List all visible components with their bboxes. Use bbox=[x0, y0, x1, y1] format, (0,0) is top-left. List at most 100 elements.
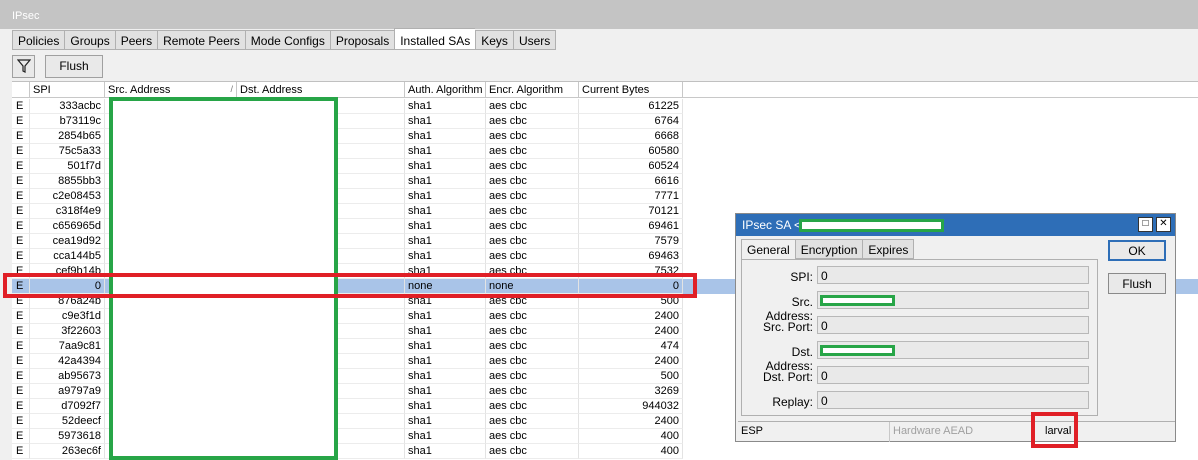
dst-port-field[interactable]: 0 bbox=[817, 366, 1089, 384]
src-address-field[interactable] bbox=[817, 291, 1089, 309]
cell-flag: E bbox=[12, 414, 30, 429]
status-hardware-aead: Hardware AEAD bbox=[890, 422, 1032, 442]
cell-current-bytes: 2400 bbox=[579, 324, 683, 339]
cell-spi: 7aa9c81 bbox=[30, 339, 105, 354]
cell-encr-algorithm: aes cbc bbox=[486, 234, 579, 249]
cell-encr-algorithm: aes cbc bbox=[486, 369, 579, 384]
cell-auth-algorithm: sha1 bbox=[405, 444, 486, 459]
replay-label: Replay: bbox=[772, 395, 813, 409]
filter-button[interactable] bbox=[12, 54, 35, 78]
cell-spi: c2e08453 bbox=[30, 189, 105, 204]
src-port-row: Src. Port: 0 bbox=[742, 316, 1099, 336]
dialog-tab-general[interactable]: General bbox=[741, 239, 795, 259]
tab-users[interactable]: Users bbox=[512, 30, 557, 50]
cell-spi: 75c5a33 bbox=[30, 144, 105, 159]
cell-flag: E bbox=[12, 429, 30, 444]
cell-current-bytes: 7579 bbox=[579, 234, 683, 249]
cell-spi: cca144b5 bbox=[30, 249, 105, 264]
cell-encr-algorithm: aes cbc bbox=[486, 189, 579, 204]
src-port-field[interactable]: 0 bbox=[817, 316, 1089, 334]
dialog-flush-button[interactable]: Flush bbox=[1108, 273, 1166, 294]
cell-flag: E bbox=[12, 309, 30, 324]
cell-spi: ab95673 bbox=[30, 369, 105, 384]
cell-current-bytes: 6668 bbox=[579, 129, 683, 144]
dialog-tab-expires[interactable]: Expires bbox=[862, 239, 915, 259]
spi-label: SPI: bbox=[790, 270, 813, 284]
tab-keys[interactable]: Keys bbox=[475, 30, 513, 50]
cell-encr-algorithm: aes cbc bbox=[486, 114, 579, 129]
cell-flag: E bbox=[12, 444, 30, 459]
cell-auth-algorithm: sha1 bbox=[405, 324, 486, 339]
cell-flag: E bbox=[12, 354, 30, 369]
flush-button[interactable]: Flush bbox=[45, 54, 103, 78]
cell-spi: c9e3f1d bbox=[30, 309, 105, 324]
cell-encr-algorithm: aes cbc bbox=[486, 204, 579, 219]
redacted-src-address bbox=[820, 295, 895, 306]
dst-address-field[interactable] bbox=[817, 341, 1089, 359]
cell-auth-algorithm: sha1 bbox=[405, 99, 486, 114]
col-auth-algorithm[interactable]: Auth. Algorithm bbox=[405, 82, 486, 98]
cell-auth-algorithm: sha1 bbox=[405, 249, 486, 264]
restore-icon[interactable]: □ bbox=[1138, 217, 1153, 232]
cell-spi: 2854b65 bbox=[30, 129, 105, 144]
status-protocol: ESP bbox=[738, 422, 890, 442]
cell-encr-algorithm: aes cbc bbox=[486, 339, 579, 354]
col-current-bytes[interactable]: Current Bytes bbox=[579, 82, 683, 98]
cell-flag: E bbox=[12, 339, 30, 354]
close-icon[interactable]: ✕ bbox=[1156, 217, 1171, 232]
cell-flag: E bbox=[12, 99, 30, 114]
cell-spi: 52deecf bbox=[30, 414, 105, 429]
cell-current-bytes: 7771 bbox=[579, 189, 683, 204]
cell-spi: b73119c bbox=[30, 114, 105, 129]
cell-flag: E bbox=[12, 399, 30, 414]
cell-auth-algorithm: sha1 bbox=[405, 159, 486, 174]
cell-encr-algorithm: aes cbc bbox=[486, 144, 579, 159]
cell-encr-algorithm: aes cbc bbox=[486, 414, 579, 429]
cell-current-bytes: 400 bbox=[579, 444, 683, 459]
cell-encr-algorithm: aes cbc bbox=[486, 129, 579, 144]
spi-field[interactable]: 0 bbox=[817, 266, 1089, 284]
tab-mode-configs[interactable]: Mode Configs bbox=[244, 30, 330, 50]
tab-groups[interactable]: Groups bbox=[64, 30, 115, 50]
cell-flag: E bbox=[12, 144, 30, 159]
col-dst-address-label: Dst. Address bbox=[240, 84, 303, 96]
col-src-address[interactable]: Src. Address / bbox=[105, 82, 237, 98]
cell-current-bytes: 400 bbox=[579, 429, 683, 444]
dialog-title-bar[interactable]: IPsec SA < □ ✕ bbox=[736, 214, 1175, 236]
sort-icon: / bbox=[230, 84, 233, 94]
cell-spi: cea19d92 bbox=[30, 234, 105, 249]
ok-button[interactable]: OK bbox=[1108, 240, 1166, 261]
cell-auth-algorithm: sha1 bbox=[405, 339, 486, 354]
tab-policies[interactable]: Policies bbox=[12, 30, 65, 50]
replay-field[interactable]: 0 bbox=[817, 391, 1089, 409]
cell-auth-algorithm: sha1 bbox=[405, 114, 486, 129]
cell-auth-algorithm: sha1 bbox=[405, 144, 486, 159]
cell-current-bytes: 500 bbox=[579, 369, 683, 384]
redacted-dst-address bbox=[820, 345, 895, 356]
tab-peers[interactable]: Peers bbox=[114, 30, 158, 50]
tab-proposals[interactable]: Proposals bbox=[329, 30, 395, 50]
cell-encr-algorithm: aes cbc bbox=[486, 429, 579, 444]
dialog-tab-encryption[interactable]: Encryption bbox=[794, 239, 863, 259]
cell-current-bytes: 2400 bbox=[579, 354, 683, 369]
ipsec-sa-dialog: IPsec SA < □ ✕ General Encryption Expire… bbox=[735, 213, 1176, 442]
col-dst-address[interactable]: Dst. Address bbox=[237, 82, 405, 98]
cell-encr-algorithm: aes cbc bbox=[486, 309, 579, 324]
cell-current-bytes: 61225 bbox=[579, 99, 683, 114]
cell-spi: 8855bb3 bbox=[30, 174, 105, 189]
col-flag[interactable] bbox=[12, 82, 30, 98]
cell-auth-algorithm: sha1 bbox=[405, 204, 486, 219]
cell-flag: E bbox=[12, 249, 30, 264]
col-spi[interactable]: SPI bbox=[30, 82, 105, 98]
tab-remote-peers[interactable]: Remote Peers bbox=[157, 30, 245, 50]
cell-auth-algorithm: sha1 bbox=[405, 174, 486, 189]
cell-spi: 5973618 bbox=[30, 429, 105, 444]
cell-current-bytes: 944032 bbox=[579, 399, 683, 414]
cell-encr-algorithm: aes cbc bbox=[486, 219, 579, 234]
dialog-status-bar: ESP Hardware AEAD larval bbox=[738, 421, 1175, 442]
cell-encr-algorithm: aes cbc bbox=[486, 384, 579, 399]
cell-current-bytes: 69463 bbox=[579, 249, 683, 264]
tab-installed-sas[interactable]: Installed SAs bbox=[394, 28, 476, 50]
filter-icon bbox=[16, 59, 31, 73]
col-encr-algorithm[interactable]: Encr. Algorithm bbox=[486, 82, 579, 98]
